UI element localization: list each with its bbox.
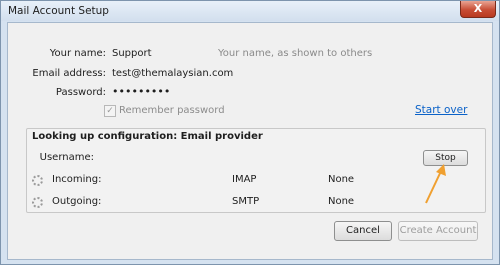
outgoing-protocol: SMTP <box>232 196 260 207</box>
incoming-label: Incoming: <box>52 174 102 185</box>
email-address-label: Email address: <box>32 68 106 79</box>
title-bar[interactable]: Mail Account Setup X <box>1 1 499 21</box>
incoming-protocol: IMAP <box>232 174 257 185</box>
cancel-button-label: Cancel <box>346 225 380 236</box>
password-field[interactable]: ••••••••• <box>112 85 170 98</box>
start-over-link[interactable]: Start over <box>415 104 467 116</box>
close-button[interactable]: X <box>460 1 496 18</box>
email-address-field[interactable]: test@themalaysian.com <box>112 68 233 79</box>
your-name-label: Your name: <box>49 48 106 59</box>
window-title: Mail Account Setup <box>8 5 109 17</box>
checkmark-icon: ✓ <box>106 106 114 116</box>
remember-password-label: Remember password <box>119 105 225 116</box>
lookup-heading: Looking up configuration: Email provider <box>32 131 263 142</box>
outgoing-spinner-icon <box>32 197 43 208</box>
mail-account-setup-window: Mail Account Setup X Your name: Support … <box>0 0 500 265</box>
cancel-button[interactable]: Cancel <box>334 221 392 241</box>
your-name-hint: Your name, as shown to others <box>218 48 373 59</box>
outgoing-security: None <box>328 196 355 207</box>
outgoing-label: Outgoing: <box>52 196 102 207</box>
incoming-spinner-icon <box>32 175 43 186</box>
stop-button-label: Stop <box>435 153 456 163</box>
create-account-button[interactable]: Create Account <box>398 221 478 241</box>
create-account-button-label: Create Account <box>399 225 477 236</box>
annotation-arrow-icon <box>425 164 446 204</box>
password-label: Password: <box>55 87 106 98</box>
username-label: Username: <box>39 152 94 163</box>
close-icon: X <box>473 2 483 15</box>
dialog-content: Your name: Support Your name, as shown t… <box>7 22 493 260</box>
remember-password-checkbox[interactable]: ✓ <box>104 105 116 117</box>
incoming-security: None <box>328 174 355 185</box>
your-name-field[interactable]: Support <box>112 48 152 59</box>
